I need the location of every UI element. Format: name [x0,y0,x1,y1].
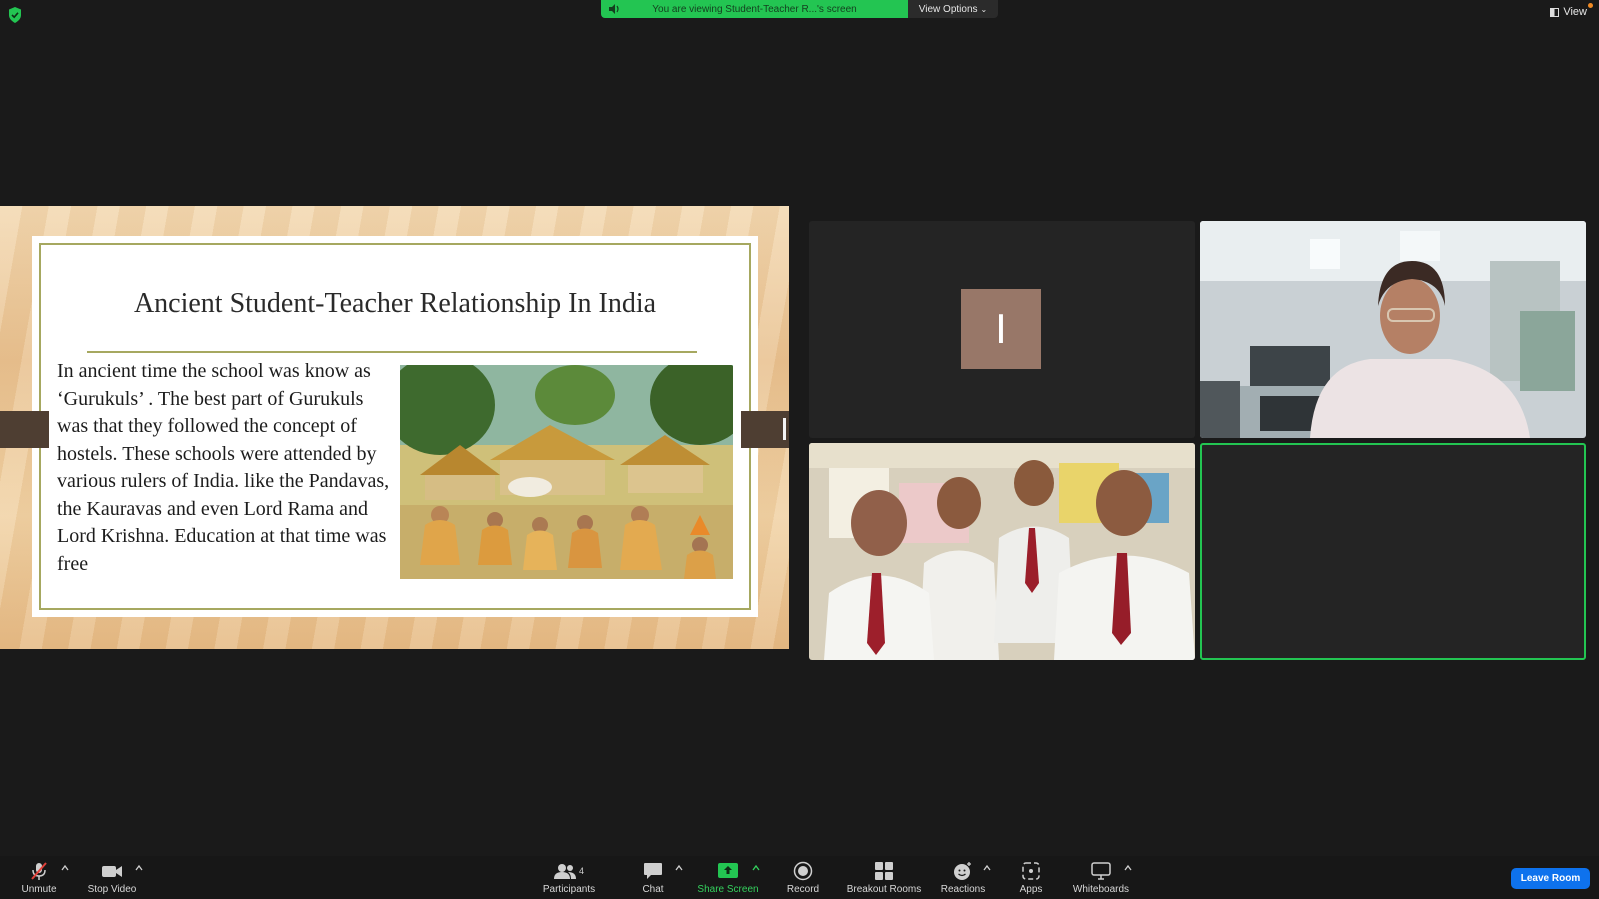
chat-button[interactable]: Chat [637,856,669,899]
chat-bubble-icon [644,863,662,879]
speaker-icon[interactable] [609,4,621,14]
audio-options-caret-icon[interactable] [61,864,69,872]
scroll-handle[interactable] [783,418,786,440]
participants-label: Participants [542,884,596,895]
view-options-button[interactable]: View Options ⌄ [908,0,998,18]
sharing-status-text: You are viewing Student-Teacher R...'s s… [652,3,857,15]
whiteboards-options-caret-icon[interactable] [1124,864,1132,872]
leave-room-button[interactable]: Leave Room [1511,868,1590,889]
record-button[interactable]: Record [780,856,826,899]
chat-options-caret-icon[interactable] [675,864,683,872]
next-slide-tab[interactable] [741,411,789,448]
apps-label: Apps [1019,884,1043,895]
sharing-status: You are viewing Student-Teacher R...'s s… [601,0,908,18]
participant-tile-active-speaker[interactable] [1200,443,1586,660]
students-video-feed [809,443,1195,660]
record-label: Record [786,884,820,895]
share-options-caret-icon[interactable] [752,864,760,872]
slide-title: Ancient Student-Teacher Relationship In … [133,288,657,319]
breakout-rooms-icon [875,862,893,880]
previous-slide-tab[interactable] [0,411,49,448]
muted-microphone-icon [31,862,47,880]
reactions-icon [954,862,971,880]
participant-tile-avatar[interactable]: I [809,221,1195,438]
record-icon [793,861,813,881]
avatar: I [961,289,1041,369]
share-screen-button[interactable]: Share Screen [694,856,762,899]
participant-tile-teacher[interactable] [1200,221,1586,438]
participants-button[interactable]: 4 Participants [540,856,598,899]
apps-button[interactable]: Apps [1014,856,1048,899]
video-options-caret-icon[interactable] [135,864,143,872]
slide-divider [87,351,697,353]
participant-count: 4 [578,866,584,876]
shared-screen: Ancient Student-Teacher Relationship In … [0,206,789,649]
slide-body-text: In ancient time the school was know as ‘… [57,360,390,575]
reactions-options-caret-icon[interactable] [983,864,991,872]
stop-video-label: Stop Video [87,884,137,895]
share-screen-icon [718,863,738,878]
whiteboard-icon [1091,862,1111,880]
unmute-button[interactable]: Unmute [17,856,61,899]
whiteboards-button[interactable]: Whiteboards [1068,856,1134,899]
video-camera-icon [102,866,122,877]
participant-tile-students[interactable] [809,443,1195,660]
unmute-label: Unmute [21,884,57,895]
breakout-rooms-button[interactable]: Breakout Rooms [842,856,926,899]
slide: Ancient Student-Teacher Relationship In … [32,236,758,617]
security-shield-icon[interactable] [8,7,22,23]
screen-share-banner: You are viewing Student-Teacher R...'s s… [601,0,998,18]
stop-video-button[interactable]: Stop Video [84,856,140,899]
notification-dot [1588,3,1593,8]
apps-icon [1022,862,1040,880]
view-options-label: View Options [918,3,978,15]
share-screen-label: Share Screen [697,884,759,895]
view-button[interactable]: View [1550,6,1587,18]
reactions-button[interactable]: Reactions [937,856,989,899]
chat-label: Chat [642,884,664,895]
chevron-down-icon: ⌄ [980,4,988,14]
participants-icon [553,864,576,879]
view-label: View [1563,6,1587,18]
breakout-rooms-label: Breakout Rooms [846,884,922,895]
view-layout-icon [1550,7,1560,17]
gurukul-illustration [400,365,733,579]
reactions-label: Reactions [940,884,986,895]
meeting-toolbar: Unmute Stop Video 4 Participants Chat Sh… [0,856,1599,899]
teacher-video-feed [1200,221,1586,438]
whiteboards-label: Whiteboards [1072,884,1130,895]
